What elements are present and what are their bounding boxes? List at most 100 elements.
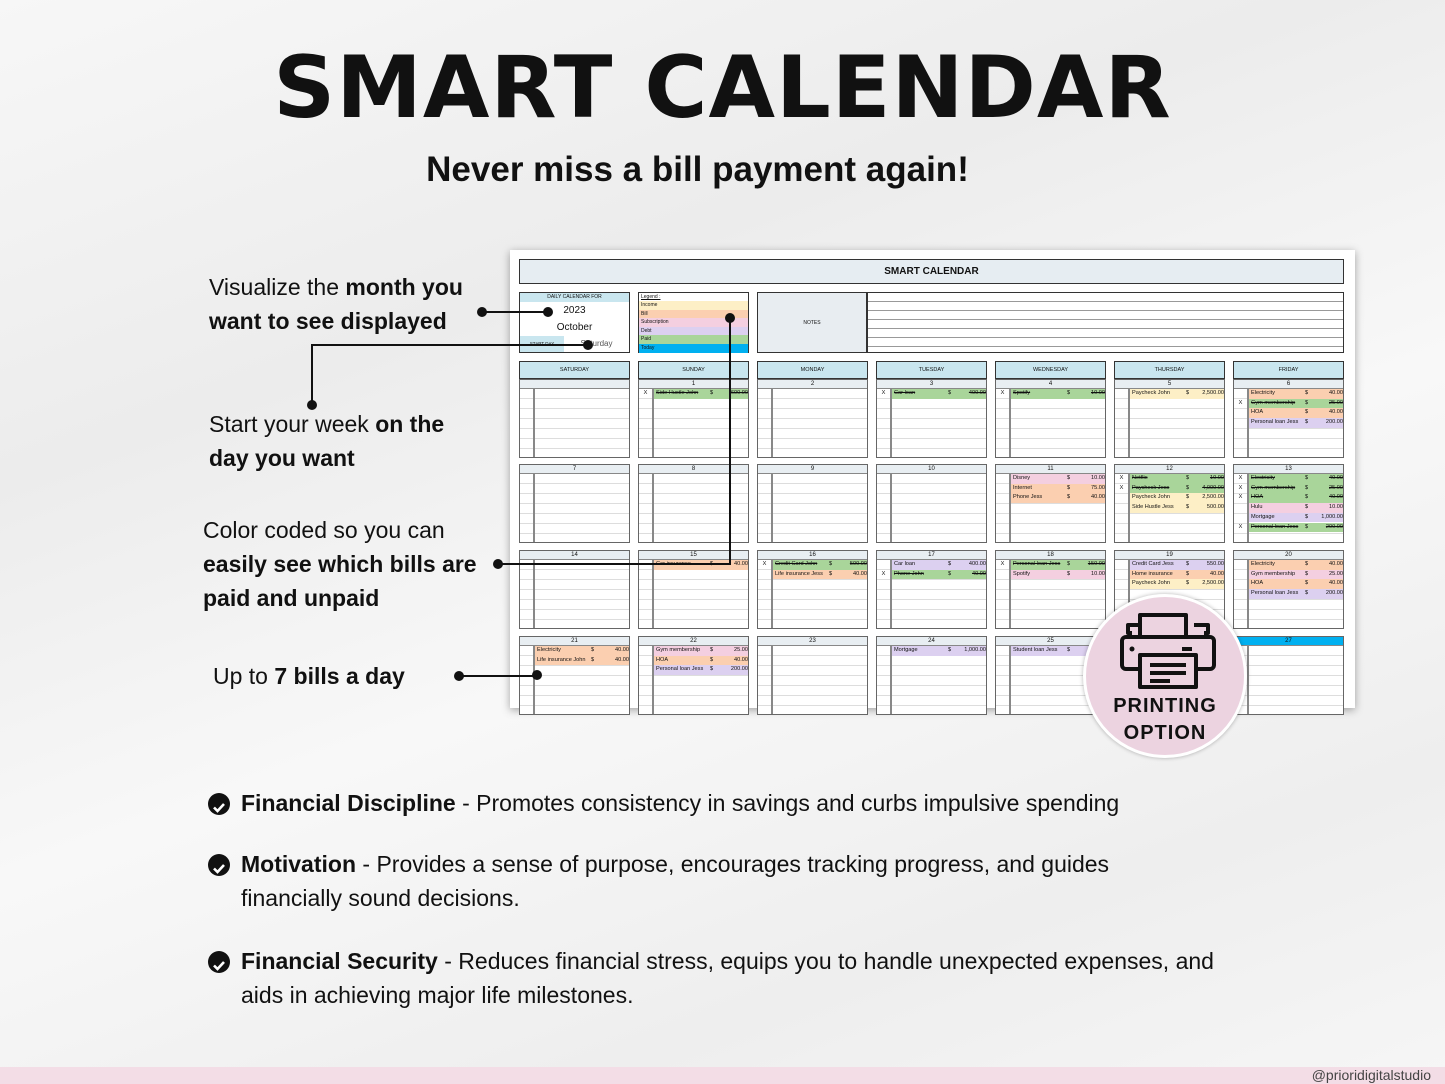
bill-entry[interactable]: Car loan $400.00	[877, 560, 986, 570]
bill-entry[interactable]: Credit Card Jess $550.00	[1115, 560, 1224, 570]
bill-entry[interactable]: Electricity $40.00	[520, 646, 629, 656]
paid-mark[interactable]	[1115, 570, 1128, 580]
calendar-day[interactable]: 13 X Electricity $40.00 X Gym membership $25.0…	[1233, 464, 1344, 543]
bill-entry[interactable]: X Electricity $40.00	[1234, 474, 1343, 484]
bill-entry[interactable]: Personal loan Jess $200.00	[639, 665, 748, 675]
bill-entry[interactable]: X Personal loan Jess $200.00	[1234, 522, 1343, 533]
paid-mark[interactable]	[877, 646, 890, 656]
calendar-day[interactable]: 24 Mortgage $1,000.00	[876, 636, 987, 715]
calendar-day[interactable]: 3 X Car loan $400.00	[876, 379, 987, 458]
bill-entry[interactable]: Personal loan Jess $200.00	[1234, 589, 1343, 599]
bill-entry[interactable]: Home insurance $40.00	[1115, 569, 1224, 580]
calendar-day[interactable]: 16 X Credit Card John $500.00 Life insurance…	[757, 550, 868, 629]
paid-mark[interactable]	[1115, 560, 1128, 570]
bill-entry[interactable]: Hulu $10.00	[1234, 503, 1343, 513]
calendar-day[interactable]: 5 Paycheck John $2,500.00	[1114, 379, 1225, 458]
bill-entry[interactable]: Paycheck John $2,500.00	[1115, 579, 1224, 589]
paid-mark[interactable]: X	[639, 389, 652, 399]
bill-entry[interactable]: X HOA $40.00	[1234, 493, 1343, 503]
calendar-day[interactable]: 10	[876, 464, 987, 543]
bill-entry[interactable]: X Gym membership $25.00	[1234, 398, 1343, 409]
bill-entry[interactable]: Side Hustle Jess $500.00	[1115, 503, 1224, 513]
paid-mark[interactable]: X	[1234, 399, 1247, 409]
bill-entry[interactable]: Internet $75.00	[996, 483, 1105, 494]
paid-mark[interactable]	[996, 474, 1009, 484]
calendar-day[interactable]: 7	[519, 464, 630, 543]
calendar-day[interactable]: 15Car insurance$40.00	[638, 550, 749, 629]
paid-mark[interactable]	[1115, 579, 1128, 589]
paid-mark[interactable]: X	[758, 560, 771, 570]
paid-mark[interactable]: X	[1234, 523, 1247, 533]
notes-area[interactable]	[867, 292, 1344, 353]
paid-mark[interactable]	[996, 646, 1009, 656]
paid-mark[interactable]	[996, 570, 1009, 580]
bill-entry[interactable]: Paycheck John $2,500.00	[1115, 389, 1224, 399]
paid-mark[interactable]	[639, 656, 652, 666]
paid-mark[interactable]	[1234, 579, 1247, 589]
paid-mark[interactable]	[639, 646, 652, 656]
calendar-day[interactable]: 9	[757, 464, 868, 543]
calendar-day[interactable]: 11 Disney $10.00 Internet $75.00 Phone Jess $4…	[995, 464, 1106, 543]
bill-entry[interactable]: Paycheck John $2,500.00	[1115, 493, 1224, 503]
bill-entry[interactable]: Spotify $10.00	[996, 569, 1105, 580]
bill-entry[interactable]: X Spotify $10.00	[996, 389, 1105, 399]
bill-entry[interactable]: X Personal loan Jess $150.00	[996, 560, 1105, 570]
calendar-day[interactable]: 22 Gym membership $25.00 HOA $40.00 Personal …	[638, 636, 749, 715]
bill-entry[interactable]: Mortgage $1,000.00	[1234, 512, 1343, 523]
bill-entry[interactable]: Life insurance Jess $40.00	[758, 569, 867, 580]
calendar-day[interactable]: 18 X Personal loan Jess $150.00 Spotify $10.0…	[995, 550, 1106, 629]
bill-entry[interactable]: Gym membership $25.00	[1234, 569, 1343, 580]
paid-mark[interactable]: X	[996, 389, 1009, 399]
calendar-day[interactable]: 2	[757, 379, 868, 458]
calendar-day[interactable]: 27	[1233, 636, 1344, 715]
bill-entry[interactable]: Personal loan Jess $200.00	[1234, 418, 1343, 428]
paid-mark[interactable]	[1115, 493, 1128, 503]
paid-mark[interactable]: X	[877, 570, 890, 580]
bill-entry[interactable]: X Car loan $400.00	[877, 389, 986, 399]
paid-mark[interactable]: X	[1234, 484, 1247, 494]
bill-entry[interactable]: X Phone John $40.00	[877, 569, 986, 580]
bill-entry[interactable]: Gym membership $25.00	[639, 646, 748, 656]
calendar-day[interactable]: 14	[519, 550, 630, 629]
calendar-day[interactable]: 17 Car loan $400.00 X Phone John $40.00	[876, 550, 987, 629]
bill-entry[interactable]: HOA $40.00	[1234, 579, 1343, 589]
paid-mark[interactable]: X	[877, 389, 890, 399]
paid-mark[interactable]: X	[1115, 484, 1128, 494]
paid-mark[interactable]: X	[1115, 474, 1128, 484]
bill-entry[interactable]: Life insurance John $40.00	[520, 655, 629, 666]
bill-entry[interactable]: X Netflix $10.00	[1115, 474, 1224, 484]
paid-mark[interactable]	[1234, 389, 1247, 399]
calendar-day[interactable]: 4 X Spotify $10.00	[995, 379, 1106, 458]
paid-mark[interactable]	[1234, 589, 1247, 599]
bill-entry[interactable]: Phone Jess $40.00	[996, 493, 1105, 503]
bill-entry[interactable]: X Side Hustle John $600.00	[639, 389, 748, 399]
paid-mark[interactable]	[639, 665, 652, 675]
calendar-day[interactable]: 1 X Side Hustle John $600.00	[638, 379, 749, 458]
paid-mark[interactable]	[1234, 570, 1247, 580]
bill-entry[interactable]: X Credit Card John $500.00	[758, 560, 867, 570]
bill-entry[interactable]: HOA $40.00	[1234, 408, 1343, 418]
paid-mark[interactable]	[758, 570, 771, 580]
paid-mark[interactable]	[520, 646, 533, 656]
paid-mark[interactable]	[1115, 389, 1128, 399]
calendar-day[interactable]: 6 Electricity $40.00 X Gym membership $25.00 H…	[1233, 379, 1344, 458]
paid-mark[interactable]: X	[996, 560, 1009, 570]
paid-mark[interactable]	[1234, 560, 1247, 570]
bill-entry[interactable]: HOA $40.00	[639, 655, 748, 666]
paid-mark[interactable]	[1115, 503, 1128, 513]
bill-entry[interactable]: X Paycheck Jess $4,000.00	[1115, 483, 1224, 494]
paid-mark[interactable]	[1234, 503, 1247, 513]
calendar-day[interactable]	[519, 379, 630, 458]
paid-mark[interactable]	[1234, 418, 1247, 428]
calendar-day[interactable]: 20 Electricity $40.00 Gym membership $25.00 H…	[1233, 550, 1344, 629]
paid-mark[interactable]	[1234, 513, 1247, 523]
paid-mark[interactable]: X	[1234, 474, 1247, 484]
paid-mark[interactable]	[877, 560, 890, 570]
paid-mark[interactable]	[996, 493, 1009, 503]
paid-mark[interactable]: X	[1234, 493, 1247, 503]
calendar-day[interactable]: 23	[757, 636, 868, 715]
bill-entry[interactable]: Mortgage $1,000.00	[877, 646, 986, 656]
bill-entry[interactable]: X Gym membership $25.00	[1234, 483, 1343, 494]
month-select[interactable]: October	[520, 319, 629, 336]
bill-entry[interactable]: Electricity $40.00	[1234, 389, 1343, 399]
